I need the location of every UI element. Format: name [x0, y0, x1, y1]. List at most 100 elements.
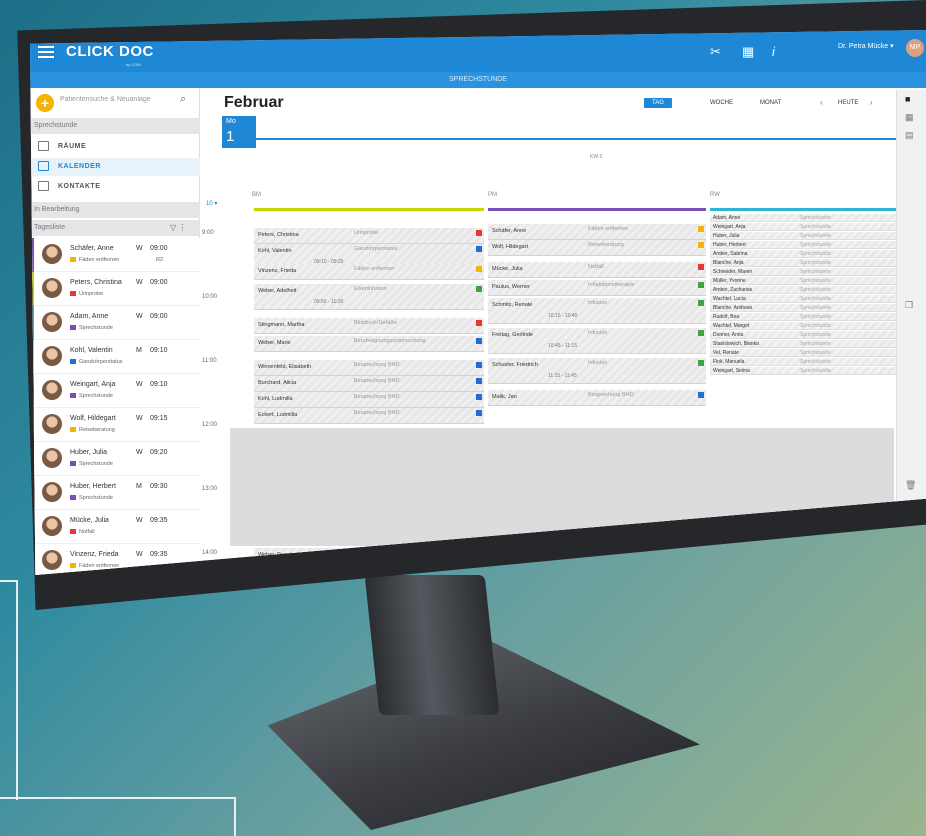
- appointment[interactable]: Adam, Anne Sprechstunde: [710, 214, 918, 222]
- reason-icon: [70, 495, 76, 500]
- appointment[interactable]: Stanislowich, Bianka Sprechstunde: [710, 340, 918, 348]
- appointment[interactable]: Peters, Christina Urinprobe: [254, 228, 484, 244]
- appointment[interactable]: Eckert, Ludmilla Besprechung BHD: [254, 408, 484, 424]
- tab-day[interactable]: TAG: [644, 98, 672, 108]
- list-item[interactable]: Kohl, Valentin M 09:10 Ganzkörperstatus: [30, 340, 200, 374]
- appointment-time: 09:00: [150, 245, 168, 252]
- appointment-name: Mücke, Julia: [492, 266, 523, 272]
- next-arrow-icon[interactable]: ›: [870, 98, 873, 107]
- user-menu[interactable]: Dr. Petra Mücke ▾: [838, 42, 894, 50]
- appointment[interactable]: Müller, Yvonne Sprechstunde: [710, 277, 918, 285]
- sidebar-item-calendar[interactable]: KALENDER: [30, 158, 200, 176]
- list-item[interactable]: Peters, Christina W 09:00 Urinprobe: [30, 272, 200, 306]
- appointment[interactable]: Paulus, Werner Inhalationstherapie: [488, 280, 706, 296]
- appointment[interactable]: Weingart, Selma Sprechstunde: [710, 367, 918, 375]
- hamburger-menu-icon[interactable]: [38, 46, 54, 58]
- appointment[interactable]: Amber, Zacharias Sprechstunde: [710, 286, 918, 294]
- context-title: SPRECHSTUNDE: [30, 72, 926, 88]
- appointment[interactable]: Blanche, Andreas Sprechstunde: [710, 304, 918, 312]
- appointment[interactable]: Weber, Marie Berufseignungsuntersuchung: [254, 336, 484, 352]
- filter-icon[interactable]: ▽ ⋮: [170, 223, 186, 232]
- list-item[interactable]: Huber, Herbert M 09:30 Sprechstunde: [30, 476, 200, 510]
- appointment-type-icon: [476, 378, 482, 384]
- appointment[interactable]: Schmitz, Renate Infusion 10:15 - 10:45: [488, 298, 706, 324]
- appointment[interactable]: Stingmann, Martha Blutdruck/Gefäße: [254, 318, 484, 334]
- prev-arrow-icon[interactable]: ‹: [820, 98, 823, 107]
- patient-name: Vinzenz, Frieda: [70, 551, 119, 558]
- appointment[interactable]: Blanche, Anja Sprechstunde: [710, 259, 918, 267]
- in-progress-header: In Bearbeitung: [30, 202, 200, 218]
- appointment[interactable]: Vel, Renate Sprechstunde: [710, 349, 918, 357]
- search-icon[interactable]: ⌕: [180, 93, 186, 106]
- appointment[interactable]: Schneider, Maren Sprechstunde: [710, 268, 918, 276]
- appointment[interactable]: Wachtel, Margot Sprechstunde: [710, 322, 918, 330]
- zoom-select[interactable]: 10 ▾: [206, 200, 217, 207]
- tab-week[interactable]: WOCHE: [710, 100, 733, 106]
- appointment[interactable]: Wolf, Hildegart Reiseberatung: [488, 240, 706, 256]
- appointment-reason: Besprechung BHD: [354, 378, 400, 384]
- appointment-type-icon: [910, 562, 916, 568]
- appointment[interactable]: Freitag, Gerlinde Infusion 10:45 - 11:15: [488, 328, 706, 354]
- appointment[interactable]: Huber, Herbert Sprechstunde: [710, 241, 918, 249]
- appointment[interactable]: Kohl, Ludmilla Besprechung BHD: [254, 392, 484, 408]
- appointment-reason: Sprechstunde: [70, 325, 113, 331]
- appointment[interactable]: Donner, Anna Sprechstunde: [710, 331, 918, 339]
- list-item[interactable]: Huber, Julia W 09:20 Sprechstunde: [30, 442, 200, 476]
- day-line: [256, 138, 926, 140]
- appointment-time: 10:45 - 11:15: [548, 343, 578, 349]
- appointment[interactable]: Dreher, Renate Ernährungsberatung: [710, 560, 918, 575]
- gender-code: W: [136, 313, 143, 320]
- appointment[interactable]: Fink, Manuela Sprechstunde: [710, 358, 918, 366]
- appointment-type-icon: [476, 230, 482, 236]
- copy-icon[interactable]: ❐: [905, 300, 913, 311]
- appointment-name: Wachtel, Margot: [713, 323, 750, 329]
- list-item[interactable]: Mücke, Julia W 09:35 Notfall: [30, 510, 200, 544]
- appointment[interactable]: Weber, Adelheit Eiseninfusion 09:50 - 10…: [254, 284, 484, 310]
- reason-icon: [70, 393, 76, 398]
- sidebar-item-rooms[interactable]: RÄUME: [30, 138, 200, 156]
- list-item[interactable]: Adam, Anne W 09:00 Sprechstunde: [30, 306, 200, 340]
- info-icon[interactable]: i: [772, 44, 775, 59]
- appointment-name: Fink, Manuela: [713, 359, 745, 365]
- search-input[interactable]: Patientensuche & Neuanlage: [60, 96, 180, 103]
- list-item[interactable]: Wolf, Hildegart W 09:15 Reiseberatung: [30, 408, 200, 442]
- gender-code: W: [136, 415, 143, 422]
- tab-month[interactable]: MONAT: [760, 100, 781, 106]
- avatar: [42, 278, 62, 298]
- appointment[interactable]: Amber, Sabrina Sprechstunde: [710, 250, 918, 258]
- list-item[interactable]: Weingart, Anja W 09:10 Sprechstunde: [30, 374, 200, 408]
- gender-code: W: [136, 551, 143, 558]
- appointment-type-icon: [698, 560, 704, 566]
- appointment-reason: Fäden entfernen: [354, 266, 395, 272]
- appointment-name: Amber, Zacharias: [713, 287, 753, 293]
- appointment-time: 09:35: [150, 517, 168, 524]
- appointment[interactable]: Burchard, Alicia Besprechung BHD: [254, 376, 484, 392]
- list-item[interactable]: Schäfer, Anne W 09:00 Fäden entfernen R2: [30, 238, 200, 272]
- avatar[interactable]: MP: [906, 39, 924, 57]
- appointment-reason: Fäden entfernen: [70, 257, 119, 263]
- add-patient-button[interactable]: +: [36, 94, 54, 112]
- today-button[interactable]: HEUTE: [838, 100, 858, 106]
- appointment[interactable]: Wachtel, Lucia Sprechstunde: [710, 295, 918, 303]
- trash-icon[interactable]: 🗑: [905, 480, 916, 491]
- calendar-icon[interactable]: ▦: [905, 112, 914, 123]
- appointment-type-icon: [476, 286, 482, 292]
- appointment[interactable]: Schäfer, Anne Fäden entfernen: [488, 224, 706, 240]
- reason-icon: [70, 291, 76, 296]
- square-icon[interactable]: ■: [905, 94, 910, 104]
- appointment[interactable]: Weingart, Anja Sprechstunde: [710, 223, 918, 231]
- day-header[interactable]: Mo 1: [222, 116, 256, 148]
- right-rail: ■ ▦ ▤ ❐ 🗑: [896, 90, 926, 570]
- appointment[interactable]: Rudolf, Bea Sprechstunde: [710, 313, 918, 321]
- appointment[interactable]: Malik, Jan Besprechung BHD: [488, 390, 706, 406]
- time-label: 9:00: [202, 230, 214, 236]
- calendar-icon[interactable]: ▦: [742, 44, 754, 60]
- appointment[interactable]: Mücke, Julia Notfall: [488, 262, 706, 278]
- appointment[interactable]: Vinzenz, Frieda Fäden entfernen: [254, 264, 484, 280]
- document-icon[interactable]: ▤: [905, 130, 914, 141]
- appointment[interactable]: Huber, Julia Sprechstunde: [710, 232, 918, 240]
- appointment[interactable]: Winnenfeld, Elisabeth Besprechung BHD: [254, 360, 484, 376]
- appointment[interactable]: Schuster, Friedrich Infusion 11:15 - 11:…: [488, 358, 706, 384]
- tools-icon[interactable]: ✂: [710, 44, 721, 60]
- sidebar-item-contacts[interactable]: KONTAKTE: [30, 178, 200, 196]
